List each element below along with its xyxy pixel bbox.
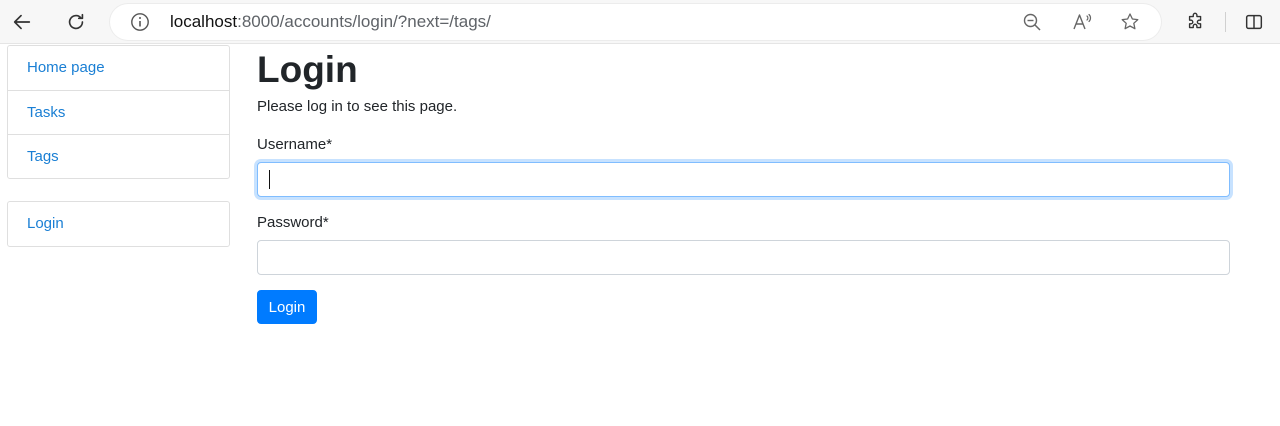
browser-toolbar: localhost:8000/accounts/login/?next=/tag…: [0, 0, 1280, 44]
text-cursor: [269, 170, 270, 189]
page-title: Login: [257, 49, 358, 90]
url-path: :8000/accounts/login/?next=/tags/: [237, 12, 491, 31]
sidebar-item-home[interactable]: Home page: [8, 46, 229, 90]
refresh-icon: [68, 13, 84, 30]
sidebar-item-tags[interactable]: Tags: [8, 134, 229, 178]
login-message: Please log in to see this page.: [257, 98, 458, 115]
extensions-button[interactable]: [1180, 6, 1212, 38]
sidebar-item-login[interactable]: Login: [8, 202, 229, 246]
username-label: Username*: [257, 136, 333, 153]
split-screen-button[interactable]: [1238, 6, 1270, 38]
url-text[interactable]: localhost:8000/accounts/login/?next=/tag…: [170, 12, 491, 32]
arrow-left-icon: [13, 14, 31, 30]
info-icon[interactable]: [130, 12, 150, 32]
password-label: Password*: [257, 214, 329, 231]
read-aloud-icon: [1073, 13, 1092, 30]
refresh-button[interactable]: [60, 6, 92, 38]
zoom-out-icon: [1023, 13, 1041, 31]
back-button[interactable]: [6, 6, 38, 38]
sidebar-nav: Home page Tasks Tags: [7, 45, 230, 179]
login-button[interactable]: Login: [257, 290, 317, 324]
zoom-button[interactable]: [1021, 11, 1043, 33]
puzzle-icon: [1188, 12, 1202, 29]
password-input[interactable]: [257, 240, 1230, 275]
sidebar-auth: Login: [7, 201, 230, 247]
address-bar[interactable]: localhost:8000/accounts/login/?next=/tag…: [110, 4, 1161, 40]
star-icon: [1121, 13, 1139, 30]
toolbar-divider: [1225, 12, 1226, 32]
sidebar-item-tasks[interactable]: Tasks: [8, 90, 229, 134]
url-host: localhost: [170, 12, 238, 31]
favorite-button[interactable]: [1119, 11, 1141, 33]
split-screen-icon: [1245, 14, 1263, 30]
read-aloud-button[interactable]: [1071, 11, 1093, 33]
username-input[interactable]: [257, 162, 1230, 197]
